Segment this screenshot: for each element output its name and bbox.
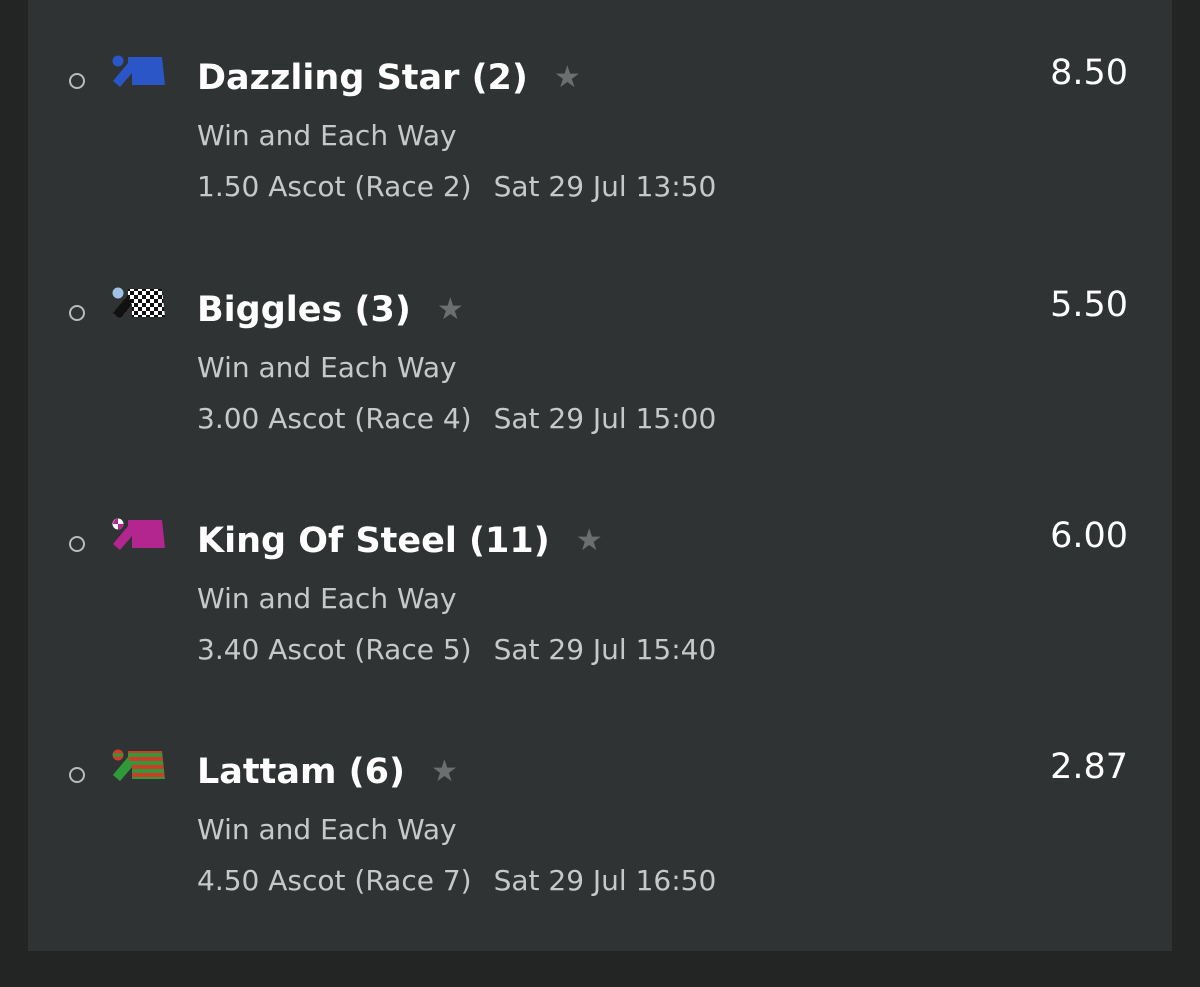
- race-datetime: Sat 29 Jul 15:40: [493, 633, 717, 666]
- market-type: Win and Each Way: [197, 351, 457, 384]
- race-name: 3.40 Ascot (Race 5): [197, 633, 472, 666]
- radio-button[interactable]: [69, 536, 85, 552]
- odds-value[interactable]: 2.87: [1050, 745, 1128, 789]
- race-datetime: Sat 29 Jul 15:00: [493, 402, 717, 435]
- market-type: Win and Each Way: [197, 582, 457, 615]
- race-name: 1.50 Ascot (Race 2): [197, 170, 472, 203]
- selection-list: Dazzling Star (2) ★ 8.50 Win and Each Way…: [28, 0, 1172, 951]
- odds-value[interactable]: 8.50: [1050, 51, 1128, 95]
- race-name: 4.50 Ascot (Race 7): [197, 864, 472, 897]
- market-type: Win and Each Way: [197, 119, 457, 152]
- selection-row[interactable]: Biggles (3) ★ 5.50 Win and Each Way 3.00 …: [28, 285, 1172, 525]
- selection-name: Biggles (3) ★: [197, 288, 464, 332]
- selection-row[interactable]: King Of Steel (11) ★ 6.00 Win and Each Wa…: [28, 516, 1172, 756]
- event-info: 3.00 Ascot (Race 4) Sat 29 Jul 15:00: [197, 402, 716, 435]
- race-datetime: Sat 29 Jul 16:50: [493, 864, 717, 897]
- odds-value[interactable]: 6.00: [1050, 514, 1128, 558]
- radio-button[interactable]: [69, 767, 85, 783]
- event-info: 4.50 Ascot (Race 7) Sat 29 Jul 16:50: [197, 864, 716, 897]
- selection-row[interactable]: Lattam (6) ★ 2.87 Win and Each Way 4.50 A…: [28, 747, 1172, 987]
- odds-value[interactable]: 5.50: [1050, 283, 1128, 327]
- favourite-star-icon[interactable]: ★: [576, 519, 603, 563]
- selection-row[interactable]: Dazzling Star (2) ★ 8.50 Win and Each Way…: [28, 53, 1172, 293]
- jockey-silk-icon: [110, 749, 168, 789]
- event-info: 3.40 Ascot (Race 5) Sat 29 Jul 15:40: [197, 633, 716, 666]
- favourite-star-icon[interactable]: ★: [431, 750, 458, 794]
- race-datetime: Sat 29 Jul 13:50: [493, 170, 717, 203]
- jockey-silk-icon: [110, 55, 168, 95]
- market-type: Win and Each Way: [197, 813, 457, 846]
- jockey-silk-icon: [110, 287, 168, 327]
- selection-name: King Of Steel (11) ★: [197, 519, 603, 563]
- selection-name: Dazzling Star (2) ★: [197, 56, 581, 100]
- radio-button[interactable]: [69, 305, 85, 321]
- favourite-star-icon[interactable]: ★: [554, 56, 581, 100]
- event-info: 1.50 Ascot (Race 2) Sat 29 Jul 13:50: [197, 170, 716, 203]
- favourite-star-icon[interactable]: ★: [437, 288, 464, 332]
- selection-name: Lattam (6) ★: [197, 750, 458, 794]
- radio-button[interactable]: [69, 73, 85, 89]
- race-name: 3.00 Ascot (Race 4): [197, 402, 472, 435]
- jockey-silk-icon: [110, 518, 168, 558]
